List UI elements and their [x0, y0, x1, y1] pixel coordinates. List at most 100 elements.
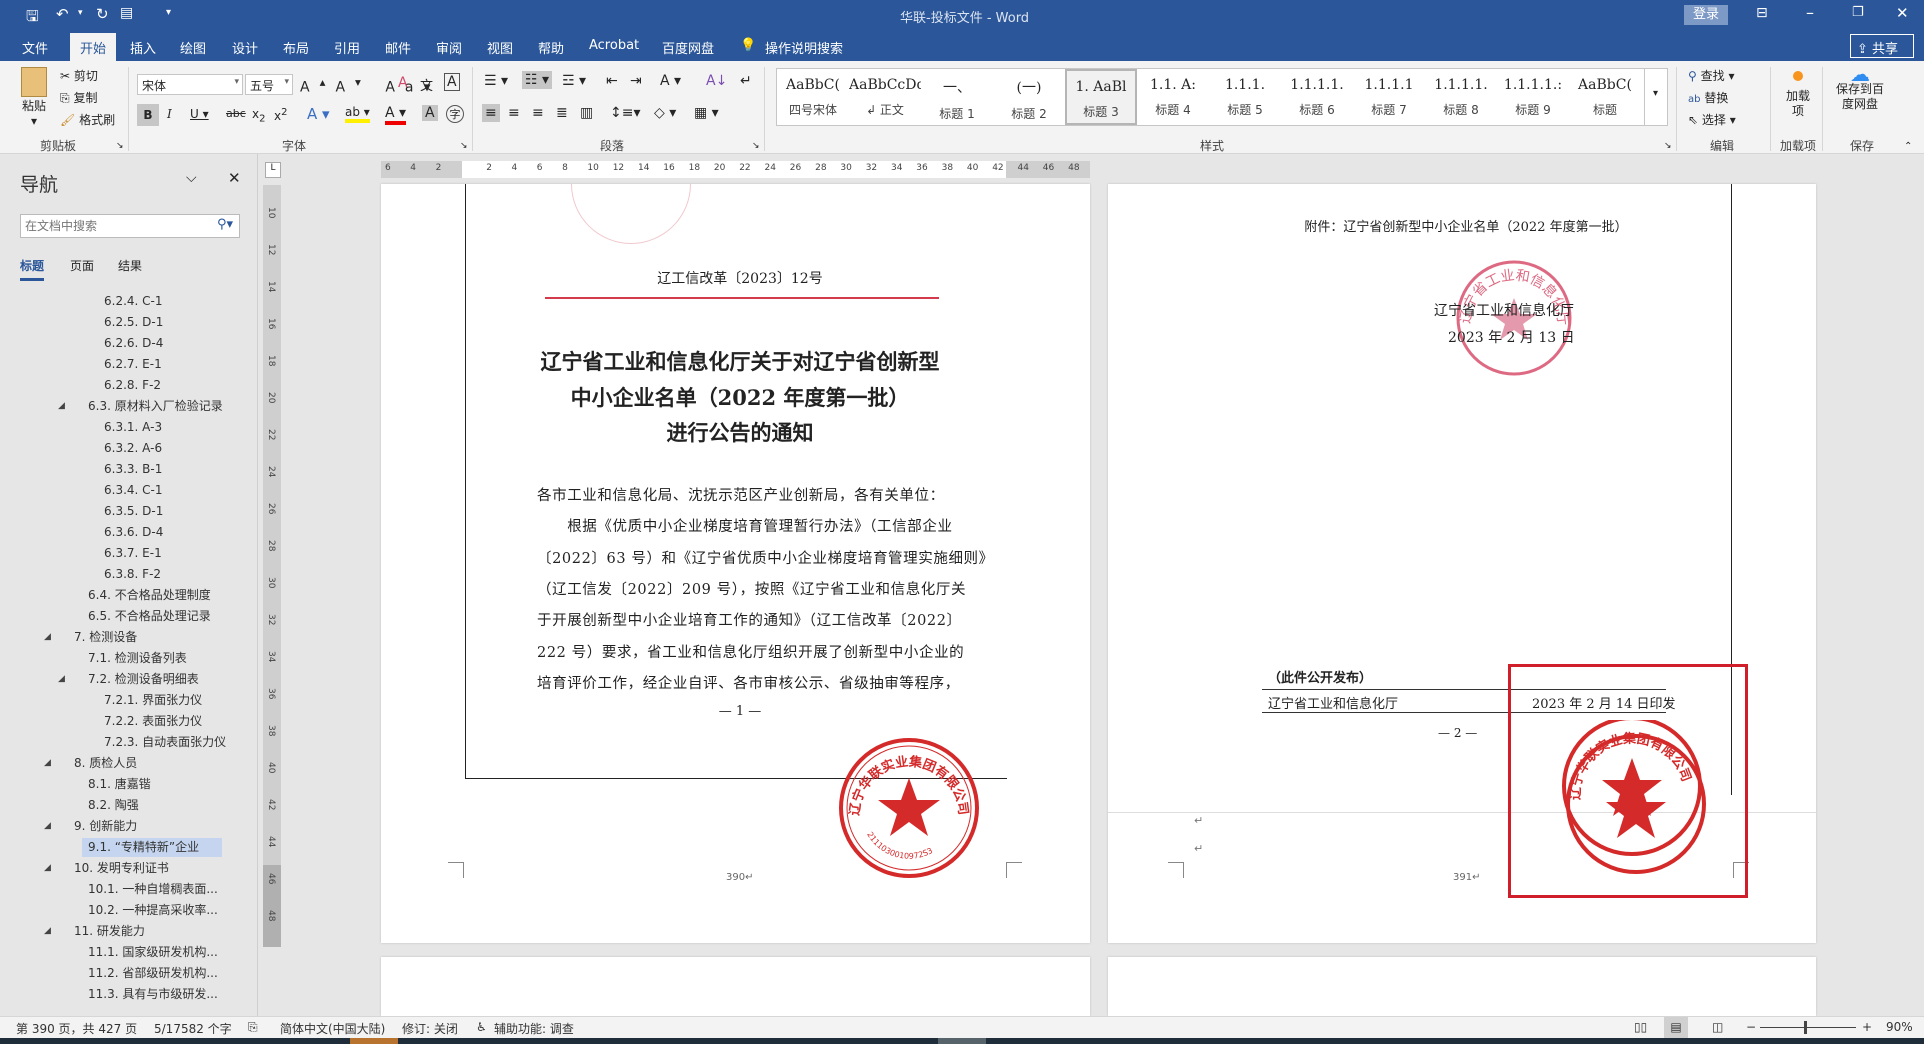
- select-button[interactable]: ⇖ 选择 ▾: [1688, 111, 1736, 128]
- nav-item[interactable]: 8.1. 唐嘉锴: [82, 775, 238, 794]
- web-layout-icon[interactable]: ◫: [1712, 1020, 1723, 1034]
- style-5[interactable]: 1. AaBl 标题 3: [1065, 69, 1137, 125]
- nav-item[interactable]: 6.3.8. F-2: [98, 565, 238, 584]
- nav-item[interactable]: 8. 质检人员: [68, 754, 238, 773]
- expand-triangle-icon[interactable]: ◢: [44, 863, 51, 873]
- chinese-layout-icon[interactable]: A ▾: [660, 73, 681, 89]
- read-mode-icon[interactable]: ▯▯: [1634, 1020, 1647, 1034]
- language[interactable]: 简体中文(中国大陆): [280, 1020, 385, 1037]
- tab-view[interactable]: 视图: [487, 38, 513, 57]
- styles-more-icon[interactable]: ▾: [1644, 68, 1666, 126]
- addins-button[interactable]: 加载项: [1785, 67, 1811, 119]
- decrease-indent-icon[interactable]: ⇤: [606, 73, 618, 89]
- vertical-ruler[interactable]: 10 12 14 16 18 20 22 24 26 28 30 32 34 36 38 40 42 44 46 48: [263, 185, 281, 947]
- nav-item[interactable]: 9. 创新能力: [68, 817, 238, 836]
- show-marks-icon[interactable]: ↵: [740, 73, 752, 89]
- nav-search-input[interactable]: [25, 216, 205, 236]
- nav-options-icon[interactable]: ⌵: [186, 170, 197, 186]
- taskbar-app[interactable]: [938, 1038, 986, 1044]
- character-border-icon[interactable]: A: [444, 73, 460, 91]
- superscript-button[interactable]: x2: [274, 107, 287, 123]
- expand-triangle-icon[interactable]: ◢: [44, 632, 51, 642]
- text-effects-icon[interactable]: A ▾: [307, 105, 330, 123]
- zoom-in-button[interactable]: +: [1862, 1020, 1872, 1034]
- nav-item[interactable]: 7.2.2. 表面张力仪: [98, 712, 238, 731]
- dialog-launcher-icon[interactable]: ↘: [460, 141, 468, 151]
- nav-item[interactable]: 6.2.6. D-4: [98, 334, 238, 353]
- dialog-launcher-icon[interactable]: ↘: [116, 141, 124, 151]
- nav-item[interactable]: 7.2. 检测设备明细表: [82, 670, 238, 689]
- nav-item[interactable]: 10.2. 一种提高采收率...: [82, 901, 238, 920]
- login-button[interactable]: 登录: [1684, 5, 1728, 25]
- tab-baidu-netdisk[interactable]: 百度网盘: [662, 38, 714, 57]
- taskbar-app[interactable]: [350, 1038, 398, 1044]
- sort-icon[interactable]: A↓: [706, 73, 727, 89]
- nav-item[interactable]: 6.3.1. A-3: [98, 418, 238, 437]
- borders-icon[interactable]: ▦ ▾: [694, 105, 719, 121]
- accessibility-status[interactable]: 辅助功能: 调查: [494, 1020, 574, 1037]
- style-6[interactable]: 1.1. A: 标题 4: [1137, 69, 1209, 125]
- nav-item[interactable]: 6.2.5. D-1: [98, 313, 238, 332]
- nav-item[interactable]: 6.4. 不合格品处理制度: [82, 586, 238, 605]
- dialog-launcher-icon[interactable]: ↘: [752, 141, 760, 151]
- nav-item[interactable]: 10. 发明专利证书: [68, 859, 238, 878]
- ribbon-display-options-icon[interactable]: ⊟: [1756, 5, 1768, 21]
- nav-item[interactable]: 6.3.5. D-1: [98, 502, 238, 521]
- nav-tab-results[interactable]: 结果: [118, 257, 142, 274]
- align-right-icon[interactable]: ≡: [532, 105, 544, 121]
- minimize-icon[interactable]: –: [1806, 3, 1814, 22]
- expand-triangle-icon[interactable]: ◢: [44, 821, 51, 831]
- tab-help[interactable]: 帮助: [538, 38, 564, 57]
- undo-icon[interactable]: ↶: [56, 5, 69, 23]
- zoom-out-button[interactable]: −: [1746, 1020, 1756, 1034]
- restore-icon[interactable]: ❐: [1852, 5, 1864, 20]
- dialog-launcher-icon[interactable]: ↘: [1664, 141, 1672, 151]
- nav-item[interactable]: 7. 检测设备: [68, 628, 238, 647]
- tab-file[interactable]: 文件: [22, 38, 48, 57]
- nav-item[interactable]: 6.3.6. D-4: [98, 523, 238, 542]
- style-8[interactable]: 1.1.1.1. 标题 6: [1281, 69, 1353, 125]
- tab-insert[interactable]: 插入: [130, 38, 156, 57]
- style-1[interactable]: AaBbC(四号宋体: [777, 69, 849, 125]
- tab-references[interactable]: 引用: [334, 38, 360, 57]
- zoom-level[interactable]: 90%: [1886, 1020, 1913, 1034]
- tab-stop-selector[interactable]: L: [265, 162, 281, 178]
- increase-indent-icon[interactable]: ⇥: [630, 73, 642, 89]
- underline-button[interactable]: U ▾: [190, 107, 209, 121]
- font-size-select[interactable]: 五号: [245, 74, 293, 95]
- enclose-characters-icon[interactable]: 字: [446, 105, 464, 123]
- track-changes-status[interactable]: 修订: 关闭: [402, 1020, 458, 1037]
- print-layout-icon[interactable]: ▤: [1664, 1017, 1688, 1038]
- shading-icon[interactable]: ◇ ▾: [654, 105, 676, 121]
- bullets-icon[interactable]: ☰ ▾: [484, 73, 508, 89]
- nav-item[interactable]: 6.3. 原材料入厂检验记录: [82, 397, 238, 416]
- subscript-button[interactable]: x2: [252, 107, 265, 124]
- nav-item[interactable]: 6.2.4. C-1: [98, 292, 238, 311]
- nav-item[interactable]: 11.2. 省部级研发机构...: [82, 964, 238, 983]
- style-2[interactable]: AaBbCcDdI ↲ 正文: [849, 69, 921, 125]
- format-painter-button[interactable]: 🖌 格式刷: [60, 111, 115, 128]
- nav-item[interactable]: 9.1. “专精特新”企业: [82, 838, 222, 857]
- page-count[interactable]: 第 390 页，共 427 页: [16, 1020, 137, 1037]
- proofing-icon[interactable]: ⎘: [248, 1020, 258, 1035]
- nav-item[interactable]: 6.2.8. F-2: [98, 376, 238, 395]
- numbering-icon[interactable]: ☷ ▾: [522, 71, 553, 89]
- character-shading-icon[interactable]: A: [422, 105, 438, 121]
- justify-icon[interactable]: ≣: [556, 105, 568, 121]
- nav-search-field[interactable]: ⚲▾: [20, 214, 240, 238]
- paste-button[interactable]: 粘贴 ▾: [18, 67, 50, 128]
- nav-tab-pages[interactable]: 页面: [70, 257, 94, 274]
- nav-item[interactable]: 11. 研发能力: [68, 922, 238, 941]
- accessibility-icon[interactable]: ♿: [476, 1020, 487, 1034]
- tab-design[interactable]: 设计: [232, 38, 258, 57]
- style-3[interactable]: 一、 标题 1: [921, 69, 993, 125]
- tab-draw[interactable]: 绘图: [180, 38, 206, 57]
- replace-button[interactable]: ab 替换: [1688, 89, 1728, 106]
- cut-button[interactable]: ✂ 剪切: [60, 67, 98, 84]
- horizontal-ruler[interactable]: 6 4 2 2 4 6 8 10 12 14 16 18 20 22 24 26 28 30 32 34 36 38 40 4…: [381, 161, 1090, 178]
- style-9[interactable]: 1.1.1.1 标题 7: [1353, 69, 1425, 125]
- nav-item[interactable]: 6.3.3. B-1: [98, 460, 238, 479]
- tell-me-search[interactable]: 操作说明搜索: [765, 38, 843, 57]
- tab-review[interactable]: 审阅: [436, 38, 462, 57]
- zoom-slider[interactable]: [1760, 1021, 1856, 1034]
